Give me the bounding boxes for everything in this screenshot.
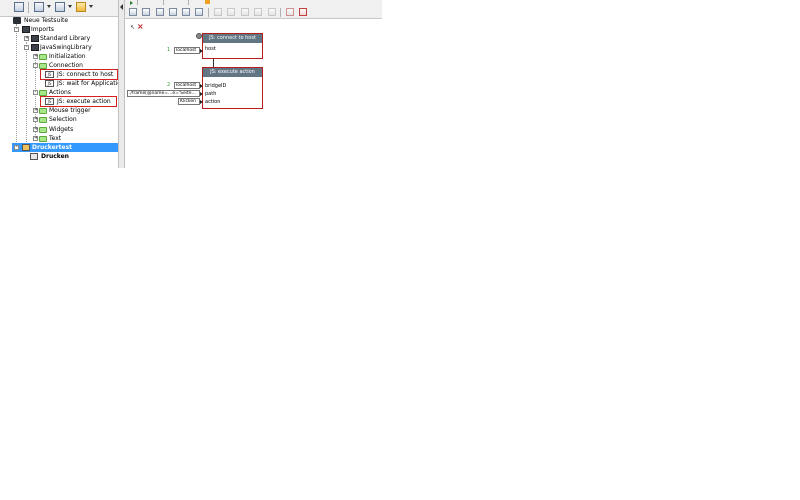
step-number: 2: [167, 82, 171, 88]
tree-item-neue-testsuite[interactable]: Neue Testsuite: [0, 16, 118, 25]
procedure-icon: JS: [45, 71, 54, 78]
tree-item-imports[interactable]: - Imports: [0, 25, 118, 34]
editor-toolbar: [125, 6, 382, 19]
testsuite-icon: [13, 17, 21, 24]
step-number: 1: [167, 47, 171, 53]
library-icon: [31, 35, 39, 42]
collapse-panel-icon[interactable]: [120, 4, 123, 10]
toolbar-separator: [280, 8, 281, 17]
chevron-down-icon[interactable]: [89, 5, 93, 8]
arrow-icon: [200, 100, 203, 104]
port-action: action: [205, 99, 221, 105]
param-bridgeid-value[interactable]: localhost: [174, 82, 200, 89]
folder-icon: [39, 127, 47, 133]
collapse-icon[interactable]: -: [33, 90, 38, 95]
expand-icon[interactable]: +: [33, 117, 38, 122]
align-top-icon[interactable]: [156, 8, 164, 16]
replace-icon[interactable]: [299, 8, 307, 16]
project-tree-panel: Neue Testsuite - Imports + Standard Libr…: [0, 0, 125, 168]
align-left-icon[interactable]: [129, 8, 137, 16]
expand-icon[interactable]: +: [33, 136, 38, 141]
expand-icon[interactable]: +: [24, 36, 29, 41]
toolbar-separator: [163, 0, 164, 5]
chevron-down-icon[interactable]: [68, 5, 72, 8]
block-title: JS: execute action: [203, 68, 262, 77]
arrow-icon: [200, 84, 203, 88]
block-execute-action[interactable]: JS: execute action bridgeID path action: [202, 67, 263, 109]
block-title: JS: connect to host: [203, 34, 262, 43]
port-bridgeid: bridgeID: [205, 83, 227, 89]
tree-item-js-wait-for-application[interactable]: JS JS: wait for Application: [0, 79, 125, 88]
toolbar-separator: [28, 2, 29, 13]
chevron-down-icon[interactable]: [47, 5, 51, 8]
spellcheck-icon[interactable]: [286, 8, 294, 16]
filter-icon[interactable]: [55, 2, 65, 12]
delete-icon: [254, 8, 262, 16]
arrow-icon: [200, 92, 203, 96]
tree-item-js-connect-to-host[interactable]: JS JS: connect to host: [0, 70, 118, 79]
tree-item-text[interactable]: + Text: [0, 134, 118, 143]
collapse-icon[interactable]: -: [14, 145, 19, 150]
test-flow-canvas[interactable]: ↖ × JS: connect to host host 1 localhost…: [125, 19, 382, 168]
imports-icon: [22, 26, 30, 33]
expand-icon[interactable]: +: [33, 127, 38, 132]
close-icon[interactable]: ×: [137, 22, 144, 31]
param-action-value[interactable]: Klicken: [178, 98, 200, 105]
save-icon[interactable]: [182, 8, 190, 16]
pointer-icon[interactable]: ↖: [130, 24, 135, 31]
folder-icon[interactable]: [76, 2, 86, 12]
tree-item-selection[interactable]: + Selection: [0, 115, 118, 124]
procedure-icon: JS: [45, 98, 54, 105]
copy-icon: [227, 8, 235, 16]
tree-item-js-execute-action[interactable]: JS JS: execute action: [0, 97, 118, 106]
export-icon[interactable]: [195, 8, 203, 16]
view-layout-icon[interactable]: [34, 2, 44, 12]
param-path-value[interactable]: ./frame[@name=...e='Seite...: [127, 90, 200, 97]
tree-toolbar: [0, 0, 118, 17]
warning-icon[interactable]: [205, 0, 210, 4]
test-editor-panel: ↖ × JS: connect to host host 1 localhost…: [125, 0, 382, 168]
collapse-icon[interactable]: -: [24, 45, 29, 50]
folder-icon: [39, 54, 47, 60]
undo-icon: [268, 8, 276, 16]
run-icon[interactable]: [130, 1, 133, 5]
tree-item-standard-library[interactable]: + Standard Library: [0, 34, 118, 43]
arrow-icon: [200, 49, 203, 53]
paste-icon: [241, 8, 249, 16]
tree-item-mouse-trigger[interactable]: + Mouse trigger: [0, 106, 118, 115]
flow-connector: [213, 59, 214, 67]
align-bottom-icon[interactable]: [169, 8, 177, 16]
folder-icon: [39, 108, 47, 114]
folder-icon: [39, 136, 47, 142]
testcase-icon: [30, 153, 38, 160]
expand-icon[interactable]: +: [33, 54, 38, 59]
panel-splitter[interactable]: [118, 0, 125, 168]
procedure-icon: JS: [45, 80, 54, 87]
project-icon[interactable]: [14, 2, 24, 12]
tree-item-widgets[interactable]: + Widgets: [0, 125, 118, 134]
block-connect-to-host[interactable]: JS: connect to host host: [202, 33, 263, 59]
tree-item-javaswinglibrary[interactable]: - JavaSwingLibrary: [0, 43, 118, 52]
toolbar-separator: [137, 0, 138, 5]
align-right-icon[interactable]: [142, 8, 150, 16]
expand-icon[interactable]: +: [33, 108, 38, 113]
tree-item-drucken[interactable]: Drucken: [0, 152, 118, 161]
cut-icon: [214, 8, 222, 16]
param-host-value[interactable]: localhost: [174, 47, 200, 54]
folder-icon: [39, 117, 47, 123]
port-path: path: [205, 91, 217, 97]
port-host: host: [205, 46, 216, 52]
toolbar-separator: [208, 8, 209, 17]
tree-item-druckertest[interactable]: - Druckertest: [12, 143, 118, 152]
toolbar-separator: [188, 0, 189, 5]
collapse-icon[interactable]: -: [33, 63, 38, 68]
tree-item-initialization[interactable]: + Initialization: [0, 52, 118, 61]
testcase-icon: [22, 144, 30, 151]
collapse-icon[interactable]: -: [14, 27, 19, 32]
library-icon: [31, 44, 39, 51]
